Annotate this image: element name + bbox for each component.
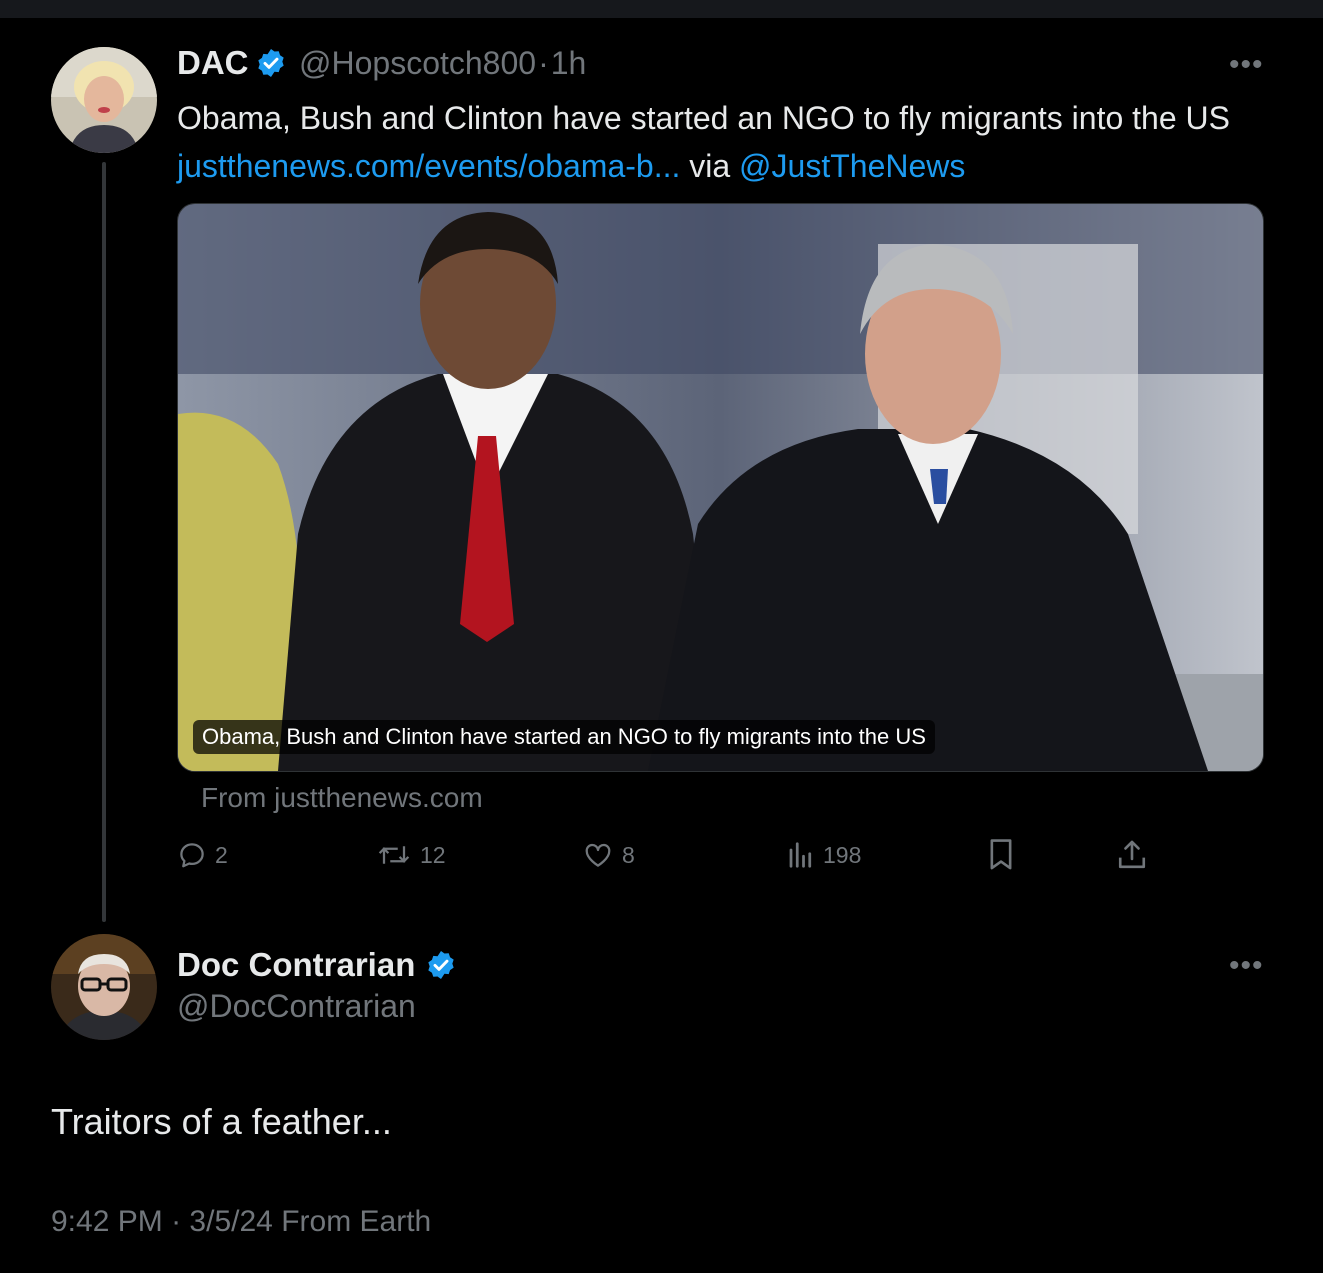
bookmark-button[interactable] [986, 838, 1016, 872]
more-options-icon[interactable]: ••• [1229, 951, 1264, 981]
like-button[interactable]: 8 [582, 838, 635, 872]
reply-timestamp: 9:42 PM · 3/5/24 From Earth [51, 1205, 432, 1238]
repost-count: 12 [420, 841, 446, 868]
like-count: 8 [622, 841, 635, 868]
card-caption: Obama, Bush and Clinton have started an … [193, 720, 935, 754]
bookmark-icon [986, 838, 1016, 872]
reply-author-handle[interactable]: @DocContrarian [177, 988, 416, 1025]
top-bar [0, 0, 1323, 18]
share-icon [1116, 838, 1148, 872]
views-icon [787, 840, 815, 870]
doc-contrarian-avatar[interactable] [51, 934, 157, 1040]
card-source[interactable]: From justthenews.com [201, 782, 483, 814]
verified-badge-icon [255, 47, 287, 84]
reply-text: Traitors of a feather... [51, 1101, 392, 1142]
author-handle[interactable]: @Hopscotch800·1h [299, 45, 586, 82]
post-text: Obama, Bush and Clinton have started an … [177, 100, 1230, 184]
dac-avatar[interactable] [51, 47, 157, 153]
link-card-image[interactable]: Obama, Bush and Clinton have started an … [177, 203, 1264, 772]
views-button[interactable]: 198 [787, 838, 861, 872]
reply-author-name[interactable]: Doc Contrarian [177, 946, 415, 984]
verified-badge-icon [425, 949, 457, 986]
repost-button[interactable]: 12 [376, 838, 446, 872]
more-options-icon[interactable]: ••• [1229, 50, 1264, 80]
mention-link[interactable]: @JustTheNews [739, 148, 965, 184]
reply-button[interactable]: 2 [177, 838, 228, 872]
thread-line [102, 162, 106, 922]
article-link[interactable]: justthenews.com/events/obama-b... [177, 148, 680, 184]
share-button[interactable] [1116, 838, 1148, 872]
reply-count: 2 [215, 841, 228, 868]
reply-icon [177, 840, 207, 870]
heart-icon [582, 840, 614, 870]
views-count: 198 [823, 841, 862, 868]
repost-icon [376, 840, 412, 870]
author-name[interactable]: DAC [177, 44, 249, 82]
